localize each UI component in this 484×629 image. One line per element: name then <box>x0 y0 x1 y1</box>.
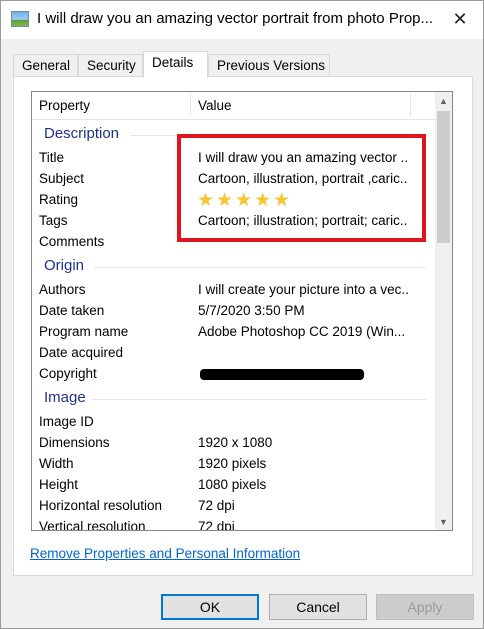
property-name: Height <box>39 477 79 492</box>
close-button[interactable]: ✕ <box>437 1 483 37</box>
property-name: Vertical resolution <box>39 519 146 531</box>
property-value: 1920 x 1080 <box>198 435 273 450</box>
remove-properties-link[interactable]: Remove Properties and Personal Informati… <box>30 546 300 561</box>
list-item[interactable]: Vertical resolution 72 dpi <box>32 516 436 531</box>
vertical-scrollbar[interactable]: ▲ ▼ <box>435 92 452 530</box>
property-name: Date taken <box>39 303 105 318</box>
column-header-property[interactable]: Property <box>39 98 90 113</box>
list-item[interactable]: Image ID <box>32 411 436 432</box>
scrollbar-thumb[interactable] <box>437 111 450 243</box>
list-item[interactable]: Height 1080 pixels <box>32 474 436 495</box>
scroll-down-arrow-icon[interactable]: ▼ <box>435 513 452 530</box>
list-item[interactable]: Date taken 5/7/2020 3:50 PM <box>32 300 436 321</box>
title-bar[interactable]: I will draw you an amazing vector portra… <box>1 1 483 39</box>
list-item[interactable]: Authors I will create your picture into a… <box>32 279 436 300</box>
tab-details[interactable]: Details <box>143 51 208 78</box>
list-item[interactable]: Horizontal resolution 72 dpi <box>32 495 436 516</box>
group-label: Image <box>44 389 86 406</box>
list-item[interactable]: Copyright <box>32 363 436 384</box>
property-name: Comments <box>39 234 105 249</box>
group-divider <box>94 267 426 268</box>
property-value: 1080 pixels <box>198 477 267 492</box>
scroll-up-arrow-icon[interactable]: ▲ <box>435 92 452 109</box>
apply-button[interactable]: Apply <box>376 594 474 620</box>
cancel-button[interactable]: Cancel <box>269 594 367 620</box>
properties-dialog: I will draw you an amazing vector portra… <box>0 0 484 629</box>
property-name: Width <box>39 456 74 471</box>
group-header-origin[interactable]: Origin <box>32 252 436 279</box>
property-name: Program name <box>39 324 129 339</box>
property-name: Authors <box>39 282 86 297</box>
list-item[interactable]: Program name Adobe Photoshop CC 2019 (Win… <box>32 321 436 342</box>
list-item[interactable]: Width 1920 pixels <box>32 453 436 474</box>
tab-previous-versions[interactable]: Previous Versions <box>208 54 330 77</box>
redacted-value <box>200 369 364 380</box>
property-name: Rating <box>39 192 79 207</box>
red-highlight-box <box>177 134 426 242</box>
column-divider[interactable] <box>410 94 411 116</box>
group-divider <box>92 399 426 400</box>
property-value: 72 dpi <box>198 498 235 513</box>
property-name: Horizontal resolution <box>39 498 163 513</box>
property-name: Dimensions <box>39 435 110 450</box>
group-label: Description <box>44 125 120 142</box>
property-value: 1920 pixels <box>198 456 267 471</box>
property-name: Tags <box>39 213 68 228</box>
property-value: I will create your picture into a vec... <box>198 282 408 297</box>
image-file-icon <box>11 11 29 27</box>
ok-button[interactable]: OK <box>161 594 259 620</box>
property-value: 72 dpi <box>198 519 235 531</box>
tab-security[interactable]: Security <box>78 54 143 77</box>
property-name: Subject <box>39 171 85 186</box>
property-name: Date acquired <box>39 345 124 360</box>
tab-general[interactable]: General <box>13 54 78 77</box>
list-header: Property Value <box>32 92 436 120</box>
list-item[interactable]: Dimensions 1920 x 1080 <box>32 432 436 453</box>
window-title: I will draw you an amazing vector portra… <box>37 10 434 27</box>
property-value: Adobe Photoshop CC 2019 (Win... <box>198 324 406 339</box>
property-name: Title <box>39 150 65 165</box>
property-name: Copyright <box>39 366 97 381</box>
list-item[interactable]: Date acquired <box>32 342 436 363</box>
column-header-value[interactable]: Value <box>198 98 232 113</box>
group-label: Origin <box>44 257 85 274</box>
column-divider[interactable] <box>190 94 191 116</box>
group-header-image[interactable]: Image <box>32 384 436 411</box>
property-value: 5/7/2020 3:50 PM <box>198 303 305 318</box>
property-name: Image ID <box>39 414 94 429</box>
